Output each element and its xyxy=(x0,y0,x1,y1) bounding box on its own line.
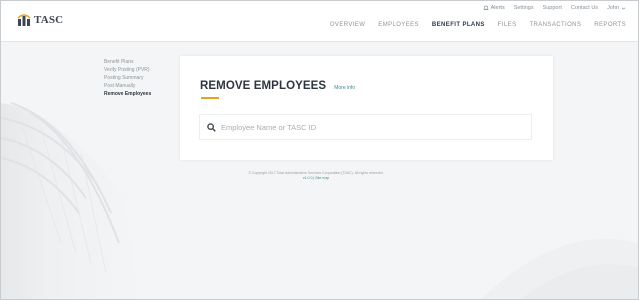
main-nav: OVERVIEW EMPLOYEES BENEFIT PLANS FILES T… xyxy=(330,22,626,32)
page-footer: © Copyright 2017 Total Administrative Se… xyxy=(231,171,401,181)
nav-transactions[interactable]: TRANSACTIONS xyxy=(529,22,581,32)
sidebar-nav: Benefit Plans Verify Posting (PVR) Posti… xyxy=(104,59,151,97)
sidebar-item-benefit-plans[interactable]: Benefit Plans xyxy=(104,59,151,65)
user-name: John xyxy=(607,5,619,11)
app-window: TASC Alerts Settings Support Contact Us … xyxy=(0,0,639,300)
nav-files[interactable]: FILES xyxy=(498,22,517,32)
nav-benefit-plans[interactable]: BENEFIT PLANS xyxy=(432,22,485,32)
settings-link[interactable]: Settings xyxy=(514,5,534,11)
alerts-label: Alerts xyxy=(490,5,505,11)
tasc-logo-icon xyxy=(17,14,31,26)
sidebar-item-post-manually[interactable]: Post Manually xyxy=(104,83,151,89)
brand-name: TASC xyxy=(34,14,64,26)
sidebar-item-remove-employees[interactable]: Remove Employees xyxy=(104,91,151,97)
remove-employees-card: REMOVE EMPLOYEES More info xyxy=(180,56,553,160)
more-info-link[interactable]: More info xyxy=(334,85,355,91)
user-menu[interactable]: John xyxy=(607,5,626,11)
top-header: TASC Alerts Settings Support Contact Us … xyxy=(1,1,638,42)
chevron-down-icon xyxy=(621,7,626,10)
utility-nav: Alerts Settings Support Contact Us John xyxy=(483,5,626,11)
bell-icon xyxy=(483,5,489,10)
tasc-logo[interactable]: TASC xyxy=(17,10,63,30)
title-underline xyxy=(201,97,219,99)
employee-search-input[interactable] xyxy=(221,122,521,132)
footer-links[interactable]: v1.0.0 | Site map xyxy=(231,176,401,181)
page-title: REMOVE EMPLOYEES xyxy=(200,80,327,92)
search-icon xyxy=(207,122,216,132)
alerts-link[interactable]: Alerts xyxy=(483,5,505,11)
search-box[interactable] xyxy=(199,114,532,140)
support-link[interactable]: Support xyxy=(543,5,562,11)
contact-link[interactable]: Contact Us xyxy=(571,5,598,11)
nav-reports[interactable]: REPORTS xyxy=(594,22,626,32)
card-header: REMOVE EMPLOYEES More info xyxy=(200,80,355,92)
sidebar-item-verify-posting[interactable]: Verify Posting (PVR) xyxy=(104,67,151,73)
sidebar-item-posting-summary[interactable]: Posting Summary xyxy=(104,75,151,81)
nav-employees[interactable]: EMPLOYEES xyxy=(378,22,419,32)
nav-overview[interactable]: OVERVIEW xyxy=(330,22,365,32)
